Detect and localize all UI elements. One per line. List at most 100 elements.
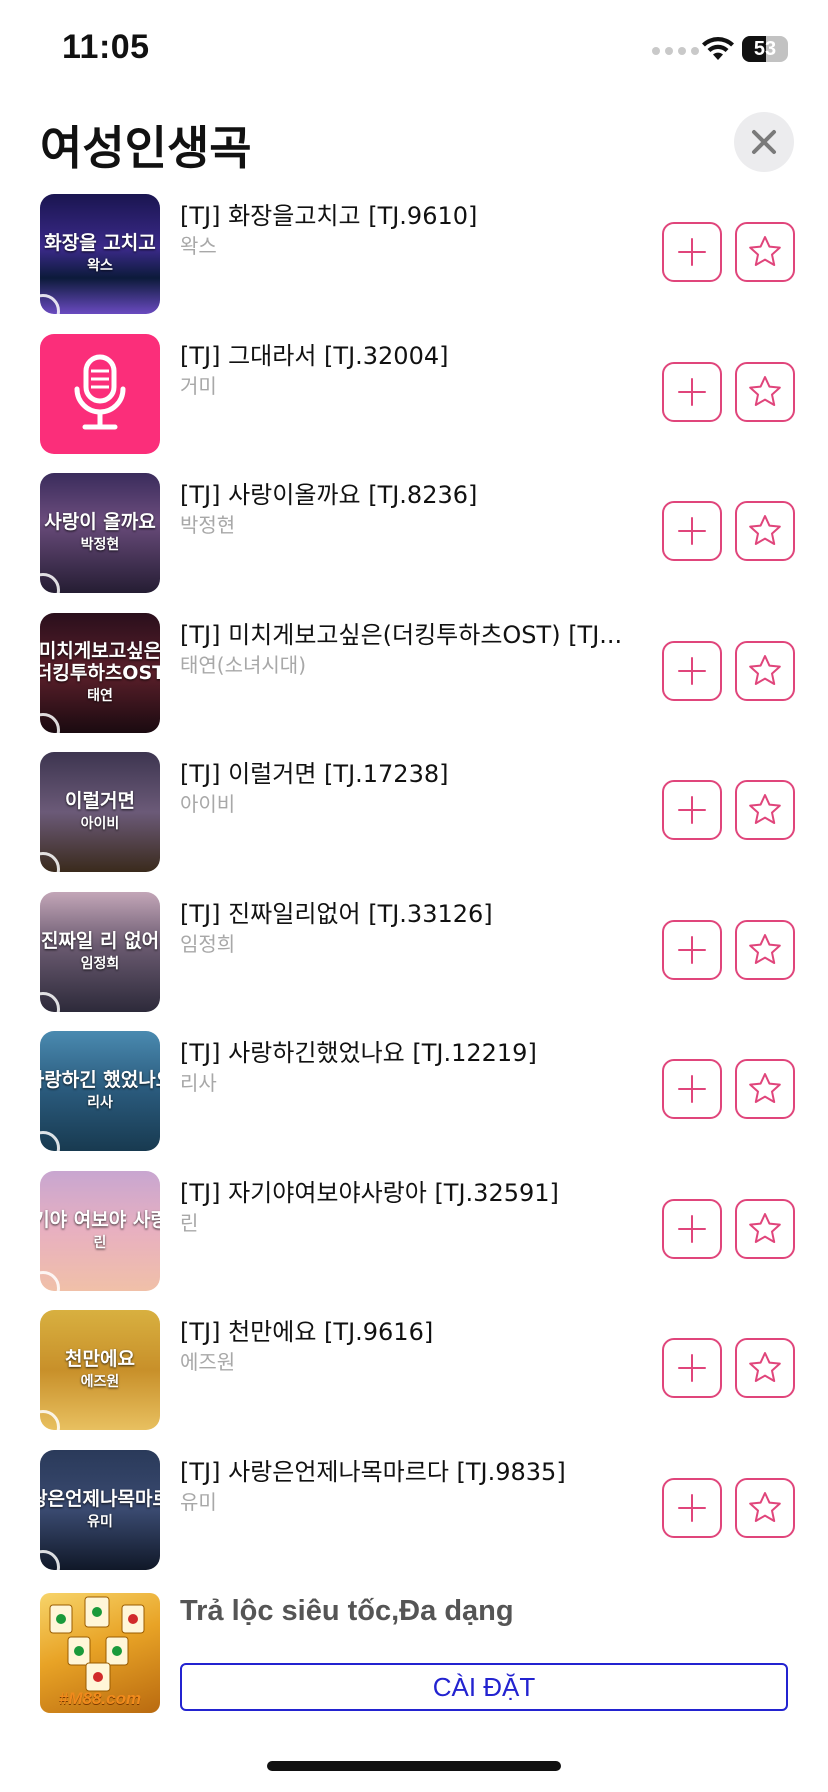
status-bar: 11:05 53 <box>0 0 828 100</box>
cellular-signal-icon <box>652 47 699 55</box>
album-art[interactable]: 화장을 고치고 왁스 <box>40 194 160 314</box>
add-button[interactable] <box>662 640 722 701</box>
favorite-button[interactable] <box>735 1338 795 1398</box>
song-title[interactable]: [TJ] 사랑이올까요 [TJ.8236] <box>180 475 640 510</box>
song-artist: 리사 <box>180 1071 217 1095</box>
favorite-button[interactable] <box>735 361 795 422</box>
plus-icon <box>678 796 706 824</box>
disc-icon <box>40 573 60 593</box>
star-icon <box>749 933 781 964</box>
song-artist: 아이비 <box>180 792 236 816</box>
song-artist: 태연(소녀시대) <box>180 652 307 677</box>
favorite-button[interactable] <box>735 222 795 282</box>
song-title[interactable]: [TJ] 그대라서 [TJ.32004] <box>180 336 640 371</box>
album-art[interactable] <box>40 333 160 454</box>
favorite-button[interactable] <box>735 1477 795 1538</box>
star-icon <box>749 1073 781 1103</box>
album-art-artist: 왁스 <box>87 258 113 274</box>
album-art-title: 진짜일 리 없어 <box>40 929 160 952</box>
song-row[interactable]: 랑은언제나목마르 유미 [TJ] 사랑은언제나목마르다 [TJ.9835] 유미 <box>0 1446 828 1586</box>
add-button[interactable] <box>662 1059 722 1119</box>
song-row[interactable]: 천만에요 에즈원 [TJ] 천만에요 [TJ.9616] 에즈원 <box>0 1306 828 1446</box>
ad-banner[interactable]: #M88.com Trả lộc siêu tốc,Đa dạng CÀI ĐẶ… <box>0 1585 828 1715</box>
favorite-button[interactable] <box>735 1059 795 1119</box>
plus-icon <box>678 1075 706 1103</box>
add-button[interactable] <box>662 1477 722 1538</box>
status-time: 11:05 <box>62 28 150 66</box>
song-title[interactable]: [TJ] 이럴거면 [TJ.17238] <box>180 754 640 789</box>
song-title[interactable]: [TJ] 미치게보고싶은(더킹투하츠OST) [TJ... <box>180 615 640 650</box>
song-row[interactable]: [TJ] 그대라서 [TJ.32004] 거미 <box>0 330 828 470</box>
wifi-icon <box>702 37 734 60</box>
song-title[interactable]: [TJ] 화장을고치고 [TJ.9610] <box>180 196 640 231</box>
plus-icon <box>678 1493 706 1522</box>
plus-icon <box>678 1214 706 1243</box>
song-title[interactable]: [TJ] 자기야여보야사랑아 [TJ.32591] <box>180 1173 640 1208</box>
add-button[interactable] <box>662 361 722 422</box>
star-icon <box>749 1212 781 1243</box>
song-row[interactable]: 이럴거면 아이비 [TJ] 이럴거면 [TJ.17238] 아이비 <box>0 748 828 888</box>
home-indicator[interactable] <box>267 1761 561 1771</box>
close-icon <box>752 130 776 154</box>
ad-image[interactable]: #M88.com <box>40 1593 160 1713</box>
favorite-button[interactable] <box>735 501 795 561</box>
album-art[interactable]: 기야 여보야 사랑 린 <box>40 1170 160 1291</box>
star-icon <box>749 654 781 685</box>
album-art-title: 사랑이 올까요 <box>44 511 156 533</box>
favorite-button[interactable] <box>735 1198 795 1259</box>
album-art[interactable]: 미치게보고싶은 (더킹투하츠OST) 태연 <box>40 612 160 733</box>
disc-icon <box>40 991 60 1012</box>
album-art-title: 랑은언제나목마르 <box>40 1487 160 1510</box>
album-art[interactable]: 사랑하긴 했었나요 리사 <box>40 1031 160 1151</box>
page-title: 여성인생곡 <box>40 121 252 175</box>
song-title[interactable]: [TJ] 천만에요 [TJ.9616] <box>180 1312 640 1347</box>
song-row[interactable]: 사랑이 올까요 박정현 [TJ] 사랑이올까요 [TJ.8236] 박정현 <box>0 469 828 609</box>
album-art[interactable]: 사랑이 올까요 박정현 <box>40 473 160 593</box>
add-button[interactable] <box>662 1338 722 1398</box>
plus-icon <box>678 238 706 266</box>
install-button[interactable]: CÀI ĐẶT <box>180 1663 788 1711</box>
song-artist: 임정희 <box>180 931 236 956</box>
album-art-artist: 임정희 <box>80 955 120 972</box>
add-button[interactable] <box>662 1198 722 1259</box>
song-row[interactable]: 기야 여보야 사랑 린 [TJ] 자기야여보야사랑아 [TJ.32591] 린 <box>0 1167 828 1307</box>
song-artist: 린 <box>180 1210 199 1235</box>
album-art[interactable]: 이럴거면 아이비 <box>40 752 160 872</box>
add-button[interactable] <box>662 780 722 840</box>
plus-icon <box>678 1354 706 1382</box>
plus-icon <box>678 656 706 685</box>
album-art-artist: 태연 <box>87 687 113 704</box>
star-icon <box>749 794 781 824</box>
favorite-button[interactable] <box>735 640 795 701</box>
add-button[interactable] <box>662 919 722 980</box>
song-row[interactable]: 화장을 고치고 왁스 [TJ] 화장을고치고 [TJ.9610] 왁스 <box>0 190 828 330</box>
header: 여성인생곡 <box>0 100 828 190</box>
song-title[interactable]: [TJ] 사랑하긴했었나요 [TJ.12219] <box>180 1033 640 1068</box>
star-icon <box>749 1352 781 1382</box>
favorite-button[interactable] <box>735 780 795 840</box>
album-art[interactable]: 진짜일 리 없어 임정희 <box>40 891 160 1012</box>
song-title[interactable]: [TJ] 진짜일리없어 [TJ.33126] <box>180 894 640 929</box>
star-icon <box>749 375 781 406</box>
favorite-button[interactable] <box>735 919 795 980</box>
song-row[interactable]: 미치게보고싶은 (더킹투하츠OST) 태연 [TJ] 미치게보고싶은(더킹투하츠… <box>0 609 828 749</box>
song-row[interactable]: 진짜일 리 없어 임정희 [TJ] 진짜일리없어 [TJ.33126] 임정희 <box>0 888 828 1028</box>
album-art-title: 이럴거면 <box>65 790 135 812</box>
song-title[interactable]: [TJ] 사랑은언제나목마르다 [TJ.9835] <box>180 1452 640 1487</box>
song-artist: 거미 <box>180 373 217 398</box>
add-button[interactable] <box>662 501 722 561</box>
ad-logo: #M88.com <box>58 1689 142 1708</box>
close-button[interactable] <box>734 112 794 172</box>
song-artist: 유미 <box>180 1489 217 1514</box>
song-row[interactable]: 사랑하긴 했었나요 리사 [TJ] 사랑하긴했었나요 [TJ.12219] 리사 <box>0 1027 828 1167</box>
album-art[interactable]: 천만에요 에즈원 <box>40 1310 160 1430</box>
album-art-title: 화장을 고치고 <box>44 232 156 254</box>
song-list: 화장을 고치고 왁스 [TJ] 화장을고치고 [TJ.9610] 왁스 [TJ]… <box>0 190 828 1585</box>
add-button[interactable] <box>662 222 722 282</box>
disc-icon <box>40 1270 60 1291</box>
microphone-icon <box>74 354 126 429</box>
album-art[interactable]: 랑은언제나목마르 유미 <box>40 1449 160 1570</box>
battery-level: 53 <box>753 38 777 60</box>
song-artist: 박정현 <box>180 513 236 537</box>
album-art-title-2: (더킹투하츠OST) <box>40 661 160 684</box>
